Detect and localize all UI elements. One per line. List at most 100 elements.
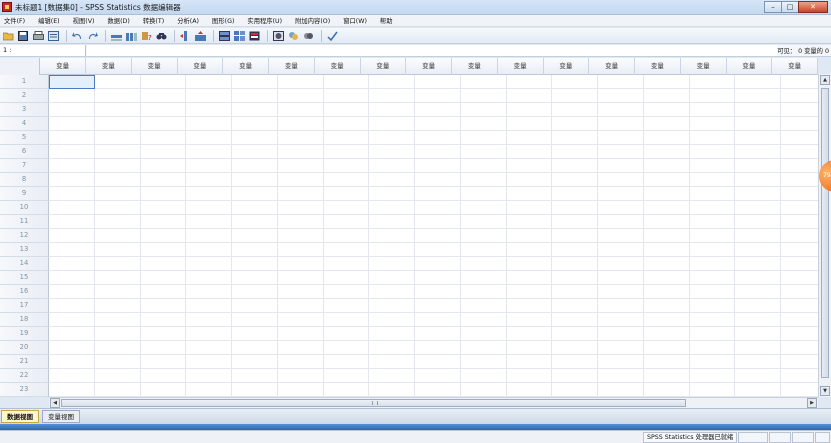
cell-value-input[interactable]: [87, 45, 777, 56]
grid-cell[interactable]: [507, 103, 553, 117]
grid-cell[interactable]: [141, 355, 187, 369]
grid-cell[interactable]: [49, 117, 95, 131]
use-sets-icon[interactable]: [287, 30, 299, 42]
grid-cell[interactable]: [49, 159, 95, 173]
grid-cell[interactable]: [49, 103, 95, 117]
grid-cell[interactable]: [644, 173, 690, 187]
grid-cell[interactable]: [735, 145, 781, 159]
grid-cell[interactable]: [95, 243, 141, 257]
grid-cell[interactable]: [690, 89, 736, 103]
column-header[interactable]: 变量: [40, 58, 86, 75]
grid-cell[interactable]: [141, 299, 187, 313]
grid-cell[interactable]: [278, 299, 324, 313]
grid-cell[interactable]: [232, 173, 278, 187]
grid-cell[interactable]: [644, 145, 690, 159]
grid-cell[interactable]: [232, 131, 278, 145]
column-header[interactable]: 变量: [406, 58, 452, 75]
grid-cell[interactable]: [552, 89, 598, 103]
grid-cell[interactable]: [49, 257, 95, 271]
grid-cell[interactable]: [507, 369, 553, 383]
column-header[interactable]: 变量: [178, 58, 224, 75]
grid-cell[interactable]: [781, 271, 818, 285]
grid-cell[interactable]: [232, 355, 278, 369]
close-button[interactable]: ✕: [798, 1, 828, 13]
grid-cell[interactable]: [369, 257, 415, 271]
grid-cell[interactable]: [278, 187, 324, 201]
grid-cell[interactable]: [690, 103, 736, 117]
grid-cell[interactable]: [141, 173, 187, 187]
grid-cell[interactable]: [552, 285, 598, 299]
grid-cell[interactable]: [735, 369, 781, 383]
grid-cell[interactable]: [781, 383, 818, 397]
grid-cell[interactable]: [781, 257, 818, 271]
grid-cell[interactable]: [415, 201, 461, 215]
grid-cell[interactable]: [232, 229, 278, 243]
grid-cell[interactable]: [735, 89, 781, 103]
grid-cell[interactable]: [781, 215, 818, 229]
grid-cell[interactable]: [141, 89, 187, 103]
grid-cell[interactable]: [644, 327, 690, 341]
grid-cell[interactable]: [735, 257, 781, 271]
grid-cell[interactable]: [552, 313, 598, 327]
grid-cell[interactable]: [324, 215, 370, 229]
grid-cell[interactable]: [415, 355, 461, 369]
grid-cell[interactable]: [49, 131, 95, 145]
grid-cell[interactable]: [49, 299, 95, 313]
grid-cell[interactable]: [141, 313, 187, 327]
row-header[interactable]: 21: [0, 355, 49, 369]
grid-cell[interactable]: [781, 229, 818, 243]
grid-cell[interactable]: [232, 215, 278, 229]
value-labels-icon[interactable]: [272, 30, 284, 42]
grid-cell[interactable]: [735, 187, 781, 201]
grid-cell[interactable]: [232, 201, 278, 215]
grid-cell[interactable]: [324, 117, 370, 131]
grid-cell[interactable]: [369, 145, 415, 159]
grid-cell[interactable]: [598, 369, 644, 383]
grid-cell[interactable]: [598, 117, 644, 131]
grid-cell[interactable]: [415, 145, 461, 159]
insert-variable-icon[interactable]: [194, 30, 206, 42]
grid-cell[interactable]: [598, 145, 644, 159]
grid-cell[interactable]: [644, 215, 690, 229]
grid-cell[interactable]: [141, 243, 187, 257]
grid-cell[interactable]: [186, 271, 232, 285]
grid-cell[interactable]: [690, 383, 736, 397]
grid-cell[interactable]: [278, 285, 324, 299]
row-header[interactable]: 15: [0, 271, 49, 285]
grid-cell[interactable]: [552, 327, 598, 341]
variables-icon[interactable]: ?: [140, 30, 152, 42]
weight-cases-icon[interactable]: [233, 30, 245, 42]
grid-cell[interactable]: [690, 341, 736, 355]
grid-cell[interactable]: [369, 131, 415, 145]
grid-cell[interactable]: [232, 89, 278, 103]
grid-cell[interactable]: [278, 103, 324, 117]
grid-cell[interactable]: [598, 313, 644, 327]
grid-cell[interactable]: [369, 89, 415, 103]
grid-cell[interactable]: [735, 299, 781, 313]
grid-cell[interactable]: [278, 131, 324, 145]
grid-cell[interactable]: [415, 299, 461, 313]
grid-cell[interactable]: [49, 327, 95, 341]
grid-cell[interactable]: [186, 341, 232, 355]
grid-cell[interactable]: [598, 383, 644, 397]
grid-cell[interactable]: [232, 299, 278, 313]
grid-cell[interactable]: [186, 313, 232, 327]
grid-cell[interactable]: [324, 187, 370, 201]
grid-cell[interactable]: [369, 313, 415, 327]
row-header[interactable]: 22: [0, 369, 49, 383]
grid-cell[interactable]: [781, 75, 818, 89]
grid-cell[interactable]: [232, 257, 278, 271]
vertical-scrollbar[interactable]: ▲ ▼: [818, 74, 831, 397]
scroll-left-icon[interactable]: ◀: [50, 398, 60, 408]
grid-cell[interactable]: [552, 243, 598, 257]
grid-cell[interactable]: [415, 257, 461, 271]
grid-cell[interactable]: [552, 341, 598, 355]
find-icon[interactable]: [155, 30, 167, 42]
grid-cell[interactable]: [141, 327, 187, 341]
menu-transform[interactable]: 转换(T): [143, 16, 164, 25]
grid-cell[interactable]: [644, 257, 690, 271]
grid-cell[interactable]: [95, 257, 141, 271]
grid-cell[interactable]: [781, 145, 818, 159]
grid-cell[interactable]: [644, 229, 690, 243]
grid-cell[interactable]: [552, 159, 598, 173]
